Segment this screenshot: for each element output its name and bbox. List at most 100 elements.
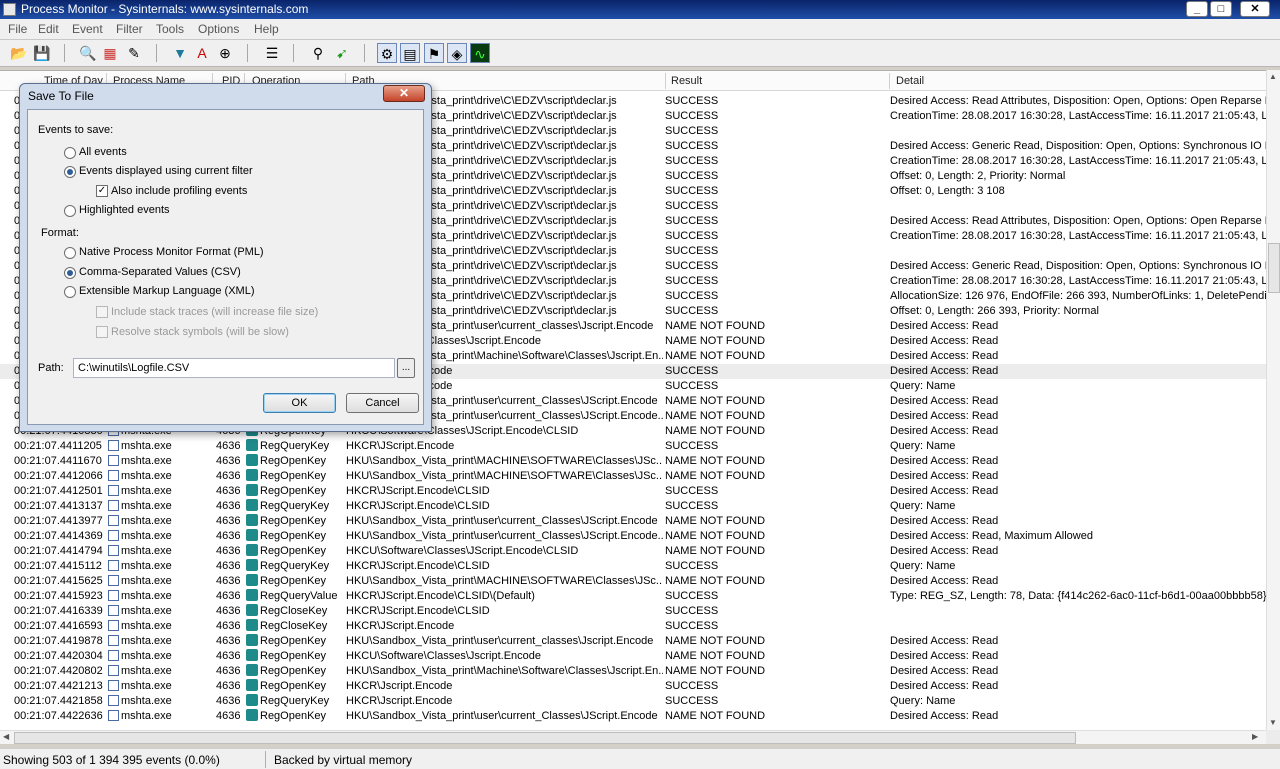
all-events-radio[interactable]: [64, 147, 76, 159]
scroll-down-icon[interactable]: ▼: [1269, 718, 1277, 727]
table-row[interactable]: 00:21:07.4411205 mshta.exe 4636 RegQueryKey…: [0, 439, 1266, 454]
xml-format-radio[interactable]: [64, 286, 76, 298]
menu-options[interactable]: Options: [198, 22, 239, 36]
filtered-events-label[interactable]: Events displayed using current filter: [79, 165, 253, 177]
table-row[interactable]: 00:21:07.4415923 mshta.exe 4636 RegQueryVal…: [0, 589, 1266, 604]
stack-traces-checkbox[interactable]: [96, 306, 108, 318]
filter-icon[interactable]: ▼: [170, 43, 190, 63]
cancel-button[interactable]: Cancel: [346, 393, 419, 413]
menu-edit[interactable]: Edit: [38, 22, 59, 36]
cell-detail-text: Offset: 0, Length: 2, Priority: Normal: [890, 170, 1066, 182]
target-icon[interactable]: ⊕: [215, 43, 235, 63]
highlight-icon[interactable]: A: [192, 43, 212, 63]
table-row[interactable]: 00:21:07.4422636 mshta.exe 4636 RegOpenKey H…: [0, 709, 1266, 724]
cell-pid: 4636: [216, 514, 242, 529]
close-button[interactable]: ✕: [1240, 1, 1270, 17]
header-detail[interactable]: Detail: [896, 75, 924, 87]
table-row[interactable]: 00:21:07.4421213 mshta.exe 4636 RegOpenKey H…: [0, 679, 1266, 694]
all-events-label[interactable]: All events: [79, 146, 127, 158]
table-row[interactable]: 00:21:07.4413977 mshta.exe 4636 RegOpenKey H…: [0, 514, 1266, 529]
maximize-button[interactable]: □: [1210, 1, 1232, 17]
cell-operation: RegOpenKey: [246, 529, 344, 544]
table-row[interactable]: 00:21:07.4416339 mshta.exe 4636 RegCloseKey…: [0, 604, 1266, 619]
cell-operation: RegCloseKey: [246, 619, 344, 634]
save-icon[interactable]: 💾: [32, 43, 52, 63]
csv-format-label[interactable]: Comma-Separated Values (CSV): [79, 266, 241, 278]
table-row[interactable]: 00:21:07.4412501 mshta.exe 4636 RegOpenKey H…: [0, 484, 1266, 499]
cell-process: mshta.exe: [108, 634, 208, 649]
header-divider[interactable]: [889, 73, 890, 89]
include-profiling-label[interactable]: Also include profiling events: [111, 185, 247, 197]
cell-operation-text: RegCloseKey: [260, 605, 328, 617]
horizontal-scrollbar[interactable]: ◀ ▶: [0, 730, 1266, 744]
table-row[interactable]: 00:21:07.4411670 mshta.exe 4636 RegOpenKey H…: [0, 454, 1266, 469]
resolve-symbols-checkbox[interactable]: [96, 326, 108, 338]
vertical-scrollbar[interactable]: ▲ ▼: [1266, 70, 1280, 730]
scroll-left-icon[interactable]: ◀: [3, 732, 9, 741]
header-divider[interactable]: [665, 73, 666, 89]
process-tree-icon[interactable]: ☰: [262, 43, 282, 63]
csv-format-radio[interactable]: [64, 267, 76, 279]
process-activity-icon[interactable]: ◈: [447, 43, 467, 63]
cell-time: 00:21:07.4413137: [14, 499, 104, 514]
menu-help[interactable]: Help: [254, 22, 279, 36]
title-bar: Process Monitor - Sysinternals: www.sysi…: [0, 0, 1280, 19]
table-row[interactable]: 00:21:07.4415112 mshta.exe 4636 RegQueryKey…: [0, 559, 1266, 574]
dialog-close-button[interactable]: ✕: [383, 85, 425, 102]
registry-operation-icon: [246, 694, 258, 706]
pml-format-radio[interactable]: [64, 247, 76, 259]
table-row[interactable]: 00:21:07.4416593 mshta.exe 4636 RegCloseKey…: [0, 619, 1266, 634]
capture-icon[interactable]: 🔍: [78, 43, 98, 63]
cell-result-text: NAME NOT FOUND: [665, 320, 766, 332]
autoscroll-icon[interactable]: ▦: [100, 43, 120, 63]
menu-filter[interactable]: Filter: [116, 22, 143, 36]
cell-detail-text: Desired Access: Read: [890, 470, 999, 482]
header-result[interactable]: Result: [671, 75, 702, 87]
profiling-activity-icon[interactable]: ∿: [470, 43, 490, 63]
filesystem-activity-icon[interactable]: ▤: [400, 43, 420, 63]
registry-activity-icon[interactable]: ⚙: [377, 43, 397, 63]
minimize-button[interactable]: _: [1186, 1, 1208, 17]
cell-operation-text: RegOpenKey: [260, 665, 327, 677]
toolbar: 📂 💾 🔍 ▦ ✎ ▼ A ⊕ ☰ ⚲ ➹ ⚙ ▤ ⚑ ◈ ∿: [0, 40, 1280, 67]
cell-detail-text: Query: Name: [890, 380, 956, 392]
cell-process-text: mshta.exe: [121, 605, 172, 617]
table-row[interactable]: 00:21:07.4414369 mshta.exe 4636 RegOpenKey H…: [0, 529, 1266, 544]
vertical-scroll-thumb[interactable]: [1268, 243, 1280, 293]
cell-path: HKU\Sandbox_Vista_print\user\current_Cla…: [346, 529, 663, 544]
filtered-events-radio[interactable]: [64, 166, 76, 178]
table-row[interactable]: 00:21:07.4412066 mshta.exe 4636 RegOpenKey H…: [0, 469, 1266, 484]
highlighted-events-label[interactable]: Highlighted events: [79, 204, 170, 216]
registry-operation-icon: [246, 679, 258, 691]
highlighted-events-radio[interactable]: [64, 205, 76, 217]
pml-format-label[interactable]: Native Process Monitor Format (PML): [79, 246, 264, 258]
open-icon[interactable]: 📂: [9, 43, 29, 63]
xml-format-label[interactable]: Extensible Markup Language (XML): [79, 285, 254, 297]
table-row[interactable]: 00:21:07.4419878 mshta.exe 4636 RegOpenKey H…: [0, 634, 1266, 649]
scroll-right-icon[interactable]: ▶: [1252, 732, 1258, 741]
path-input[interactable]: C:\winutils\Logfile.CSV: [73, 358, 395, 378]
cell-detail: Desired Access: Read: [890, 709, 1266, 724]
table-row[interactable]: 00:21:07.4420304 mshta.exe 4636 RegOpenKey H…: [0, 649, 1266, 664]
table-row[interactable]: 00:21:07.4415625 mshta.exe 4636 RegOpenKey H…: [0, 574, 1266, 589]
table-row[interactable]: 00:21:07.4414794 mshta.exe 4636 RegOpenKey H…: [0, 544, 1266, 559]
ok-button[interactable]: OK: [263, 393, 336, 413]
table-row[interactable]: 00:21:07.4421858 mshta.exe 4636 RegQueryKey…: [0, 694, 1266, 709]
scroll-up-icon[interactable]: ▲: [1269, 72, 1277, 81]
network-activity-icon[interactable]: ⚑: [424, 43, 444, 63]
find-icon[interactable]: ⚲: [308, 43, 328, 63]
clear-icon[interactable]: ✎: [124, 43, 144, 63]
cell-process-text: mshta.exe: [121, 650, 172, 662]
jump-icon[interactable]: ➹: [332, 43, 352, 63]
table-row[interactable]: 00:21:07.4420802 mshta.exe 4636 RegOpenKey H…: [0, 664, 1266, 679]
horizontal-scroll-thumb[interactable]: [14, 732, 1076, 744]
cell-pid: 4636: [216, 664, 242, 679]
menu-tools[interactable]: Tools: [156, 22, 184, 36]
menu-file[interactable]: File: [8, 22, 27, 36]
menu-event[interactable]: Event: [72, 22, 103, 36]
browse-button[interactable]: ...: [397, 358, 415, 378]
include-profiling-checkbox[interactable]: ✓: [96, 185, 108, 197]
cell-detail-text: Desired Access: Read: [890, 365, 999, 377]
cell-time-text: 00:21:07.4419878: [14, 635, 103, 647]
table-row[interactable]: 00:21:07.4413137 mshta.exe 4636 RegQueryKey…: [0, 499, 1266, 514]
